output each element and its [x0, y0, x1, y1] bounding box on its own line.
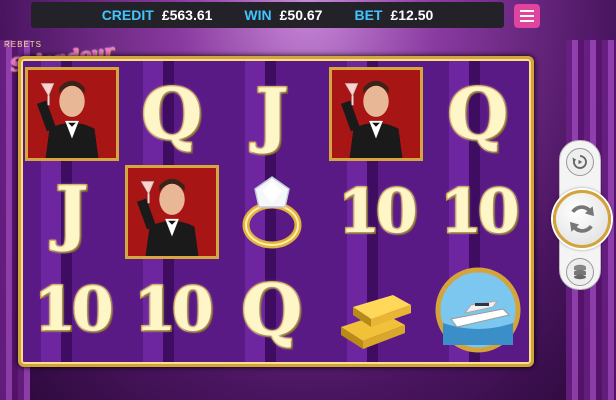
- symbol-ten: 10: [329, 165, 423, 259]
- symbol-ten: 10: [431, 165, 525, 259]
- symbol-q: Q: [225, 263, 319, 357]
- symbol-man-with-martini: [329, 67, 423, 161]
- symbol-label: Q: [240, 267, 304, 353]
- credit-value: £563.61: [161, 7, 213, 23]
- stake-button[interactable]: [566, 258, 594, 286]
- symbol-man-with-martini: [25, 67, 119, 161]
- symbol-label: 10: [337, 176, 419, 249]
- menu-button[interactable]: [514, 4, 540, 28]
- autoplay-button[interactable]: [566, 148, 594, 176]
- credit-display: CREDIT £563.61: [102, 7, 213, 23]
- symbol-ten: 10: [125, 263, 219, 357]
- symbol-j: J: [225, 67, 319, 161]
- symbol-label: Q: [446, 71, 510, 157]
- symbol-yacht: [431, 263, 525, 357]
- symbol-q: Q: [431, 67, 525, 161]
- autoplay-icon: [572, 155, 587, 169]
- coin-stack-icon: [574, 264, 586, 280]
- symbol-label: J: [54, 169, 90, 255]
- win-label: WIN: [244, 7, 272, 23]
- spin-icon: [569, 205, 595, 233]
- symbol-man-with-martini: [125, 165, 219, 259]
- credit-label: CREDIT: [101, 7, 154, 23]
- win-display: WIN £50.67: [244, 7, 322, 23]
- spin-button[interactable]: [553, 190, 611, 248]
- win-value: £50.67: [279, 7, 323, 23]
- symbol-j: J: [25, 165, 119, 259]
- symbol-gold: [329, 263, 423, 357]
- symbol-label: J: [254, 71, 290, 157]
- symbol-ring: [225, 165, 319, 259]
- bet-label: BET: [354, 7, 383, 23]
- bet-display: BET £12.50: [354, 7, 433, 23]
- symbol-label: 10: [33, 274, 115, 347]
- reel-grid: Q J Q J 10 10 10 10 Q: [21, 59, 531, 364]
- symbol-ten: 10: [25, 263, 119, 357]
- symbol-q: Q: [125, 67, 219, 161]
- symbol-label: 10: [133, 274, 215, 347]
- hamburger-icon: [520, 10, 534, 12]
- logo-small-text: REBETS: [4, 40, 43, 49]
- status-bar: CREDIT £563.61 WIN £50.67 BET £12.50: [31, 2, 504, 28]
- symbol-label: Q: [140, 71, 204, 157]
- bet-value: £12.50: [390, 7, 434, 23]
- symbol-label: 10: [439, 176, 521, 249]
- reel-frame: Q J Q J 10 10 10 10 Q: [18, 56, 534, 367]
